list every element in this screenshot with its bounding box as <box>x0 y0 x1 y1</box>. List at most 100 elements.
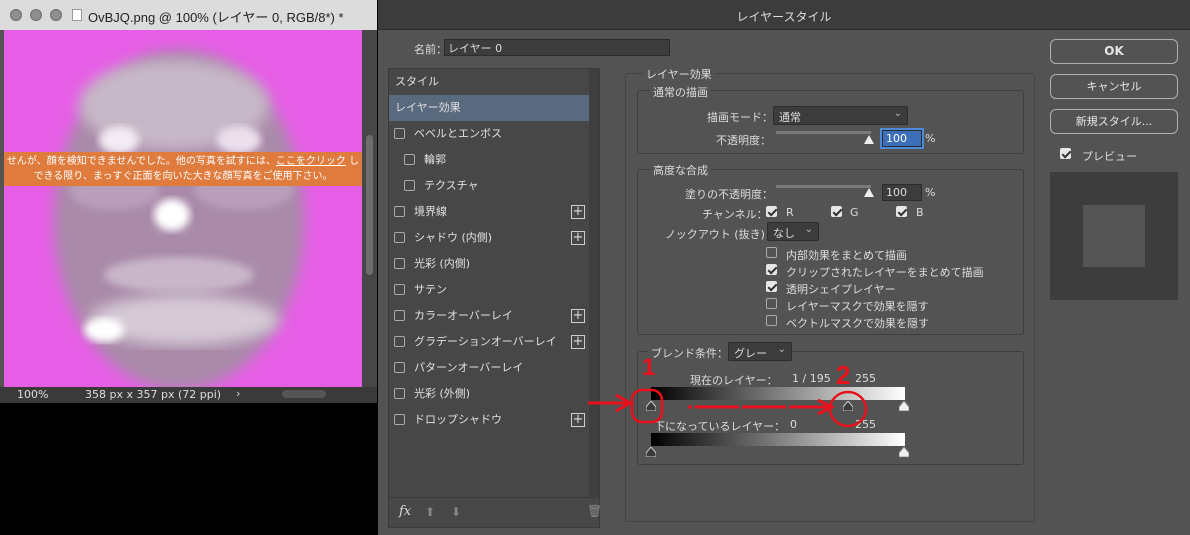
document-canvas[interactable]: せんが、顔を検知できませんでした。他の写真を試すには、ここをクリック し できる… <box>4 30 362 387</box>
style-item-checkbox[interactable] <box>394 258 405 269</box>
style-item-label: シャドウ (内側) <box>414 231 493 244</box>
style-item[interactable]: 光彩 (外側) <box>389 381 589 407</box>
move-up-icon[interactable]: ⬆ <box>425 505 435 519</box>
add-effect-plus-icon[interactable]: + <box>571 335 585 349</box>
knockout-dropdown[interactable]: なし ⌄ <box>767 222 819 241</box>
scrollbar-thumb[interactable] <box>366 135 373 275</box>
layer-name-input[interactable] <box>444 39 670 56</box>
style-item[interactable]: ドロップシャドウ + <box>389 407 589 433</box>
fill-opacity-unit: % <box>925 186 936 199</box>
new-style-button[interactable]: 新規スタイル... <box>1050 109 1178 134</box>
blend-mode-dropdown[interactable]: 通常 ⌄ <box>773 106 908 125</box>
style-preview-box <box>1050 172 1178 300</box>
fill-opacity-slider-handle[interactable] <box>864 188 874 197</box>
style-item[interactable]: テクスチャ <box>389 173 589 199</box>
blend-mode-label: 描画モード： <box>707 111 773 124</box>
advanced-option-checkbox[interactable] <box>766 298 777 309</box>
style-item-checkbox[interactable] <box>394 414 405 425</box>
normal-blending-title: 通常の描画 <box>650 84 711 100</box>
style-item-checkbox[interactable] <box>394 336 405 347</box>
knockout-value: なし <box>773 227 795 240</box>
vertical-scrollbar[interactable] <box>362 30 377 387</box>
style-item-label: スタイル <box>395 75 439 88</box>
opacity-slider-handle[interactable] <box>864 135 874 144</box>
underlying-white-handle[interactable] <box>899 447 909 457</box>
underlying-black-handle[interactable] <box>646 447 656 457</box>
advanced-option-label: ベクトルマスクで効果を隠す <box>786 317 929 330</box>
document-window: OvBJQ.png @ 100% (レイヤー 0, RGB/8*) * せんが、… <box>0 0 377 403</box>
style-item[interactable]: スタイル <box>389 69 589 95</box>
style-item-checkbox[interactable] <box>404 154 415 165</box>
style-item-checkbox[interactable] <box>394 388 405 399</box>
fill-opacity-input[interactable]: 100 <box>882 184 922 201</box>
style-item-label: 光彩 (内側) <box>414 257 471 270</box>
style-item-label: グラデーションオーバーレイ <box>414 335 557 348</box>
fill-opacity-label: 塗りの不透明度： <box>685 188 773 201</box>
opacity-slider[interactable] <box>776 131 871 134</box>
fill-opacity-slider[interactable] <box>776 185 871 188</box>
style-item-checkbox[interactable] <box>394 128 405 139</box>
trash-icon[interactable]: 🗑 <box>587 504 602 518</box>
style-item-label: カラーオーバーレイ <box>414 309 513 322</box>
cancel-button[interactable]: キャンセル <box>1050 74 1178 99</box>
fx-icon[interactable]: fx <box>399 504 411 519</box>
style-item[interactable]: サテン <box>389 277 589 303</box>
style-item[interactable]: 光彩 (内側) <box>389 251 589 277</box>
add-effect-plus-icon[interactable]: + <box>571 231 585 245</box>
channel-r-label: R <box>786 206 794 219</box>
chevron-down-icon: ⌄ <box>804 224 813 235</box>
style-item[interactable]: 輪郭 <box>389 147 589 173</box>
style-item-checkbox[interactable] <box>394 362 405 373</box>
close-window-button[interactable] <box>10 9 22 21</box>
advanced-option-checkbox[interactable] <box>766 264 777 275</box>
annotation-number-2: 2 <box>836 360 851 390</box>
advanced-option-label: 内部効果をまとめて描画 <box>786 249 907 262</box>
preview-checkbox[interactable] <box>1060 148 1071 159</box>
style-item[interactable]: ベベルとエンボス <box>389 121 589 147</box>
channel-b-checkbox[interactable] <box>896 206 907 217</box>
face-detect-warning: せんが、顔を検知できませんでした。他の写真を試すには、ここをクリック し できる… <box>4 152 362 186</box>
channels-label: チャンネル： <box>702 208 768 221</box>
red-circle-1 <box>630 388 664 424</box>
style-item[interactable]: シャドウ (内側) + <box>389 225 589 251</box>
this-layer-white-handle[interactable] <box>899 401 909 411</box>
ok-button[interactable]: OK <box>1050 39 1178 64</box>
style-item-checkbox[interactable] <box>394 310 405 321</box>
advanced-blending-title: 高度な合成 <box>650 162 711 178</box>
style-item-checkbox[interactable] <box>404 180 415 191</box>
click-here-link[interactable]: ここをクリック <box>276 156 346 167</box>
zoom-level[interactable]: 100% <box>17 388 48 401</box>
minimize-window-button[interactable] <box>30 9 42 21</box>
channel-g-checkbox[interactable] <box>831 206 842 217</box>
style-item-checkbox[interactable] <box>394 206 405 217</box>
advanced-option-checkbox[interactable] <box>766 247 777 258</box>
channel-r-checkbox[interactable] <box>766 206 777 217</box>
layer-style-dialog: レイヤースタイル 名前： スタイルレイヤー効果ベベルとエンボス輪郭テクスチャ境界… <box>378 0 1190 535</box>
zoom-window-button[interactable] <box>50 9 62 21</box>
red-circle-2 <box>828 390 868 428</box>
style-item-checkbox[interactable] <box>394 232 405 243</box>
preview-label: プレビュー <box>1082 150 1137 163</box>
opacity-label: 不透明度： <box>716 134 771 147</box>
status-menu-chevron-icon[interactable]: › <box>236 387 240 400</box>
chevron-down-icon: ⌄ <box>893 108 902 119</box>
style-item[interactable]: グラデーションオーバーレイ + <box>389 329 589 355</box>
opacity-input[interactable]: 100 <box>880 128 924 149</box>
advanced-option-checkbox[interactable] <box>766 315 777 326</box>
channel-b-label: B <box>916 206 924 219</box>
advanced-option-checkbox[interactable] <box>766 281 777 292</box>
advanced-option-label: 透明シェイプレイヤー <box>786 283 896 296</box>
document-dimensions: 358 px x 357 px (72 ppi) <box>85 388 222 401</box>
horizontal-scrollbar[interactable] <box>282 390 326 398</box>
style-item[interactable]: 境界線 + <box>389 199 589 225</box>
add-effect-plus-icon[interactable]: + <box>571 309 585 323</box>
style-item-checkbox[interactable] <box>394 284 405 295</box>
style-item[interactable]: カラーオーバーレイ + <box>389 303 589 329</box>
style-item[interactable]: パターンオーバーレイ <box>389 355 589 381</box>
style-item[interactable]: レイヤー効果 <box>389 95 589 121</box>
style-item-label: ドロップシャドウ <box>414 413 502 426</box>
move-down-icon[interactable]: ⬇ <box>451 505 461 519</box>
opacity-unit: % <box>925 132 936 145</box>
style-item-label: レイヤー効果 <box>395 101 461 114</box>
add-effect-plus-icon[interactable]: + <box>571 205 585 219</box>
